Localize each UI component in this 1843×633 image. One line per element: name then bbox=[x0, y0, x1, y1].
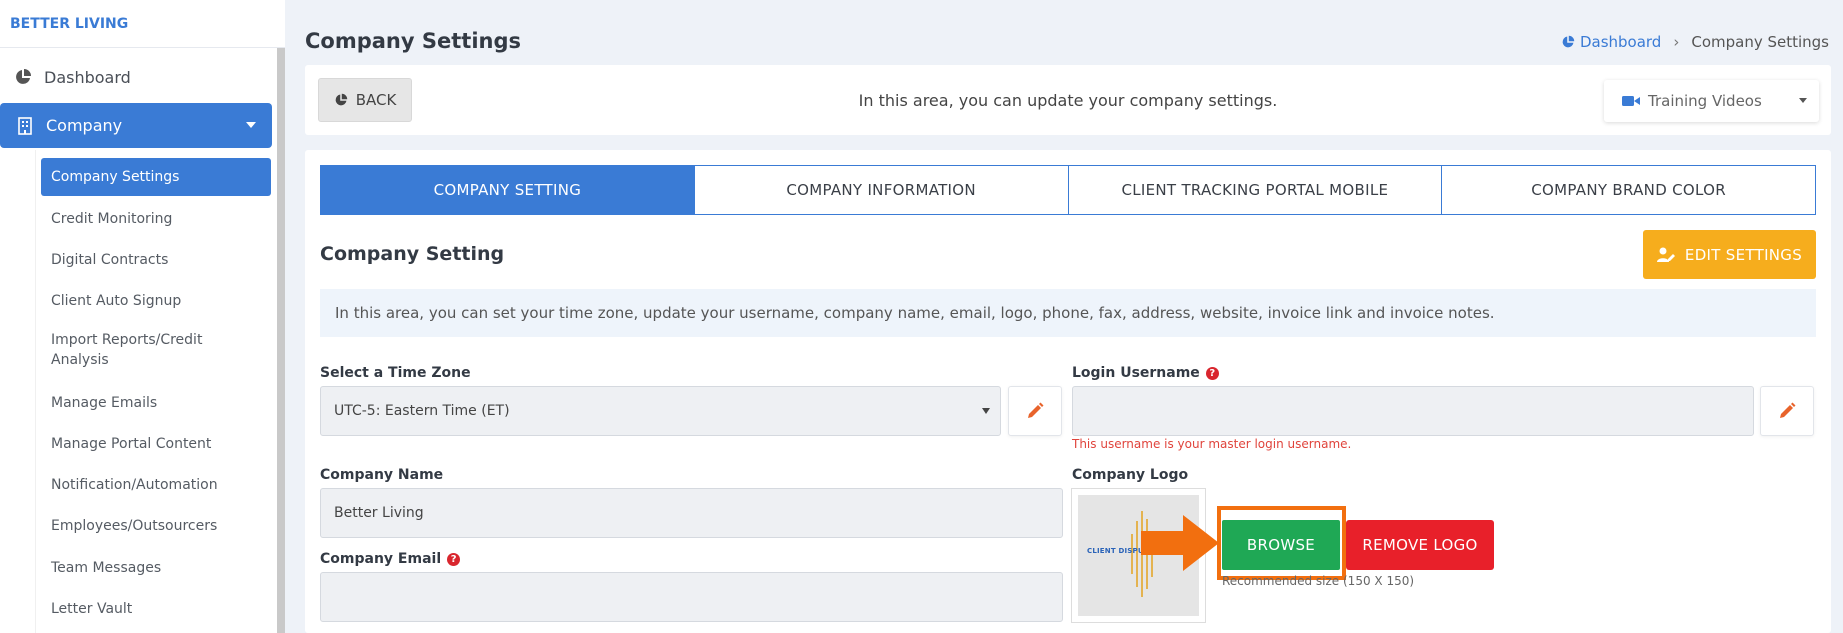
tab-company-brand-color[interactable]: COMPANY BRAND COLOR bbox=[1442, 166, 1815, 214]
sidebar-item-label: Company bbox=[46, 116, 123, 135]
timezone-label-text: Select a Time Zone bbox=[320, 365, 471, 381]
tab-company-setting[interactable]: COMPANY SETTING bbox=[321, 166, 695, 214]
username-hint: This username is your master login usern… bbox=[1072, 437, 1352, 451]
submenu-item-credit-monitoring[interactable]: Credit Monitoring bbox=[41, 209, 271, 229]
browse-button[interactable]: BROWSE bbox=[1222, 520, 1340, 570]
timezone-label: Select a Time Zone bbox=[320, 365, 471, 381]
company-email-label-text: Company Email bbox=[320, 551, 442, 567]
sidebar: BETTER LIVING Dashboard Company Company … bbox=[0, 0, 285, 633]
remove-logo-button[interactable]: REMOVE LOGO bbox=[1346, 520, 1494, 570]
sidebar-item-label: Dashboard bbox=[44, 67, 131, 87]
company-email-input[interactable] bbox=[320, 572, 1063, 622]
company-submenu: Company Settings Credit Monitoring Digit… bbox=[35, 150, 272, 633]
timezone-value: UTC-5: Eastern Time (ET) bbox=[334, 403, 510, 419]
breadcrumb: Dashboard › Company Settings bbox=[1561, 33, 1829, 51]
section-title: Company Setting bbox=[320, 243, 505, 265]
training-videos-dropdown[interactable]: Training Videos bbox=[1604, 80, 1819, 122]
submenu-item-digital-contracts[interactable]: Digital Contracts bbox=[41, 250, 271, 270]
submenu-item-letter-vault[interactable]: Letter Vault bbox=[41, 599, 271, 619]
company-name-input[interactable]: Better Living bbox=[320, 488, 1063, 538]
building-icon bbox=[16, 116, 34, 135]
logo-size-hint: Recommended size (150 X 150) bbox=[1222, 574, 1415, 588]
chevron-right-icon: › bbox=[1673, 33, 1680, 51]
username-label: Login Username ? bbox=[1072, 365, 1219, 381]
pencil-icon bbox=[1028, 402, 1044, 418]
orange-arrow-annotation bbox=[1141, 515, 1219, 571]
training-videos-label: Training Videos bbox=[1648, 92, 1762, 110]
topbar-info-text: In this area, you can update your compan… bbox=[858, 91, 1278, 110]
pie-chart-icon bbox=[14, 68, 32, 86]
caret-down-icon bbox=[982, 408, 990, 414]
breadcrumb-current: Company Settings bbox=[1691, 33, 1829, 51]
brand-logo[interactable]: BETTER LIVING bbox=[0, 0, 285, 48]
submenu-item-manage-portal-content[interactable]: Manage Portal Content bbox=[41, 434, 271, 454]
submenu-item-company-settings[interactable]: Company Settings bbox=[41, 158, 271, 196]
submenu-item-team-messages[interactable]: Team Messages bbox=[41, 558, 271, 578]
settings-tabs: COMPANY SETTING COMPANY INFORMATION CLIE… bbox=[320, 165, 1816, 215]
edit-settings-button[interactable]: EDIT SETTINGS bbox=[1643, 230, 1816, 279]
edit-timezone-button[interactable] bbox=[1008, 386, 1062, 436]
submenu-item-import-reports[interactable]: Import Reports/Credit Analysis bbox=[41, 330, 241, 370]
page-title: Company Settings bbox=[305, 29, 521, 53]
tab-client-tracking-portal-mobile[interactable]: CLIENT TRACKING PORTAL MOBILE bbox=[1069, 166, 1443, 214]
sidebar-item-dashboard[interactable]: Dashboard bbox=[0, 58, 272, 96]
username-label-text: Login Username bbox=[1072, 365, 1200, 381]
timezone-select[interactable]: UTC-5: Eastern Time (ET) bbox=[320, 386, 1001, 436]
tab-company-information[interactable]: COMPANY INFORMATION bbox=[695, 166, 1069, 214]
pie-chart-icon bbox=[1562, 35, 1575, 48]
sidebar-scrollbar[interactable] bbox=[277, 48, 285, 633]
top-bar: BACK In this area, you can update your c… bbox=[305, 65, 1831, 135]
caret-down-icon bbox=[1799, 98, 1807, 103]
question-circle-icon[interactable]: ? bbox=[447, 552, 461, 566]
submenu-item-manage-emails[interactable]: Manage Emails bbox=[41, 393, 271, 413]
pencil-icon bbox=[1780, 402, 1796, 418]
company-email-label: Company Email ? bbox=[320, 551, 461, 567]
edit-settings-label: EDIT SETTINGS bbox=[1684, 245, 1803, 264]
sidebar-item-company[interactable]: Company bbox=[0, 103, 272, 148]
edit-username-button[interactable] bbox=[1760, 386, 1814, 436]
breadcrumb-home-label: Dashboard bbox=[1579, 33, 1662, 51]
caret-down-icon bbox=[246, 122, 256, 128]
submenu-item-notification-automation[interactable]: Notification/Automation bbox=[41, 475, 271, 495]
section-info-box: In this area, you can set your time zone… bbox=[320, 289, 1816, 337]
company-name-label-text: Company Name bbox=[320, 467, 444, 483]
username-input[interactable] bbox=[1072, 386, 1754, 436]
submenu-item-client-auto-signup[interactable]: Client Auto Signup bbox=[41, 291, 271, 311]
video-camera-icon bbox=[1622, 96, 1640, 106]
submenu-item-employees-outsourcers[interactable]: Employees/Outsourcers bbox=[41, 516, 271, 536]
company-logo-label-text: Company Logo bbox=[1072, 467, 1189, 483]
breadcrumb-dashboard-link[interactable]: Dashboard bbox=[1561, 33, 1661, 51]
company-name-label: Company Name bbox=[320, 467, 443, 483]
question-circle-icon[interactable]: ? bbox=[1205, 366, 1219, 380]
company-logo-label: Company Logo bbox=[1072, 467, 1188, 483]
company-name-value: Better Living bbox=[334, 505, 424, 521]
user-edit-icon bbox=[1656, 247, 1675, 262]
